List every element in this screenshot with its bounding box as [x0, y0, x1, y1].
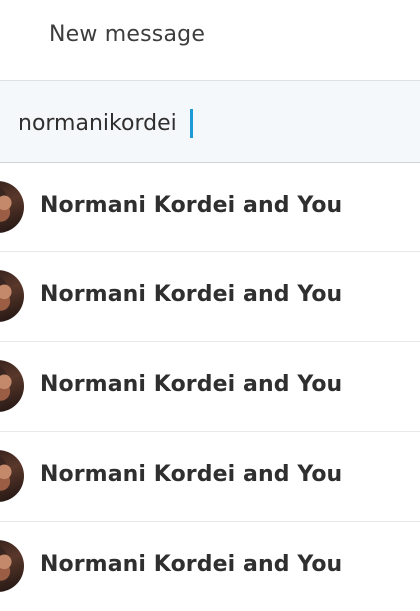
list-item[interactable]: Normani Kordei and You [0, 252, 420, 342]
text-caret [190, 109, 193, 138]
new-message-screen: New message Normani Kordei and You Norma… [0, 0, 420, 611]
search-input[interactable] [18, 107, 408, 139]
list-item[interactable]: Normani Kordei and You [0, 522, 420, 611]
list-item[interactable]: Normani Kordei and You [0, 342, 420, 432]
avatar [0, 540, 24, 592]
avatar [0, 270, 24, 322]
list-item-label: Normani Kordei and You [40, 552, 343, 577]
list-item-label: Normani Kordei and You [40, 462, 343, 487]
list-item[interactable]: Normani Kordei and You [0, 432, 420, 522]
list-item[interactable]: Normani Kordei and You [0, 163, 420, 252]
page-title: New message [49, 22, 206, 47]
list-item-label: Normani Kordei and You [40, 193, 343, 218]
avatar [0, 450, 24, 502]
results-list: Normani Kordei and You Normani Kordei an… [0, 163, 420, 611]
list-item-label: Normani Kordei and You [40, 282, 343, 307]
avatar [0, 181, 24, 233]
header: New message [0, 0, 420, 81]
search-bar [0, 81, 420, 163]
list-item-label: Normani Kordei and You [40, 372, 343, 397]
avatar [0, 360, 24, 412]
